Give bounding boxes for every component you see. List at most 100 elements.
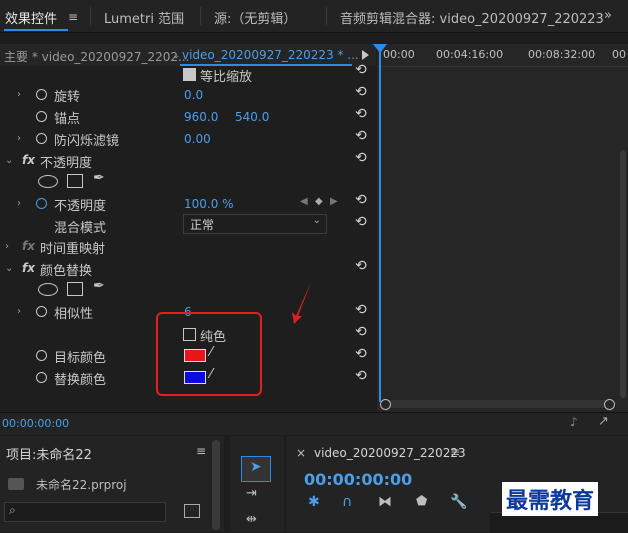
audio-scrub-icon[interactable]: ♪: [570, 415, 578, 429]
track-select-tool-icon[interactable]: ⇥: [246, 486, 257, 501]
playhead-handle[interactable]: [373, 44, 387, 53]
ellipse-mask-icon[interactable]: [38, 175, 58, 188]
horizontal-scrollbar[interactable]: [381, 400, 611, 408]
timeline-timecode[interactable]: 00:00:00:00: [304, 470, 412, 489]
pen-mask-icon[interactable]: ✒: [93, 278, 105, 294]
scrollbar-end-handle[interactable]: [604, 399, 615, 410]
fx-icon[interactable]: fx: [22, 153, 35, 167]
linked-selection-icon[interactable]: ⧓: [378, 494, 392, 510]
replace-color-label: 替换颜色: [54, 373, 107, 388]
chevron-down-icon[interactable]: ⌄: [172, 50, 180, 61]
cursor-arrow-icon: ➤: [250, 459, 262, 475]
stopwatch-icon[interactable]: [36, 89, 47, 100]
reset-icon[interactable]: ⟲: [355, 150, 367, 166]
add-marker-icon[interactable]: ⬟: [416, 494, 427, 509]
target-color-label: 目标颜色: [54, 351, 107, 366]
expand-chevron-icon[interactable]: ›: [17, 306, 21, 317]
color-replace-label: 颜色替换: [40, 264, 93, 279]
snap-magnet-icon[interactable]: ∩: [342, 494, 352, 510]
watermark-text: 最需教育: [502, 482, 599, 516]
panel-menu-icon[interactable]: ≡: [450, 445, 460, 459]
snap-nest-icon[interactable]: ✱: [308, 494, 320, 510]
opacity-value[interactable]: 100.0 %: [184, 197, 234, 211]
export-icon[interactable]: ↗: [598, 414, 609, 429]
reset-icon[interactable]: ⟲: [355, 128, 367, 144]
tab-effect-controls[interactable]: 效果控件: [5, 8, 57, 27]
rectangle-mask-icon[interactable]: [67, 282, 83, 296]
sequence-clip-label[interactable]: video_20200927_220223 * ...: [182, 48, 359, 62]
expand-chevron-icon[interactable]: ›: [5, 241, 9, 252]
scrollbar-start-handle[interactable]: [380, 399, 391, 410]
reset-icon[interactable]: ⟲: [355, 62, 367, 78]
collapse-chevron-icon[interactable]: ⌄: [5, 263, 13, 274]
selection-tool-button[interactable]: ➤: [241, 456, 271, 482]
reset-icon[interactable]: ⟲: [355, 346, 367, 362]
uniform-scale-checkbox[interactable]: [183, 68, 196, 81]
reset-icon[interactable]: ⟲: [355, 302, 367, 318]
ruler-tick-label: 00:00: [383, 48, 415, 61]
rectangle-mask-icon[interactable]: [67, 174, 83, 188]
wrench-icon[interactable]: 🔧: [450, 494, 467, 510]
uniform-scale-label: 等比缩放: [200, 70, 253, 85]
add-keyframe-icon[interactable]: ◆: [315, 196, 323, 207]
blend-mode-label: 混合模式: [54, 221, 107, 236]
effect-controls-status-bar: [0, 412, 628, 435]
current-timecode[interactable]: 00:00:00:00: [2, 417, 69, 430]
anchor-x-value[interactable]: 960.0: [184, 110, 218, 124]
reset-icon[interactable]: ⟲: [355, 106, 367, 122]
reset-icon[interactable]: ⟲: [355, 214, 367, 230]
blend-mode-value: 正常: [190, 218, 215, 232]
ruler-tick-label: 00:08:32:00: [528, 48, 596, 61]
timeline-sequence-title[interactable]: video_20200927_220223: [314, 446, 466, 460]
stopwatch-icon[interactable]: [36, 111, 47, 122]
close-icon[interactable]: ×: [296, 446, 306, 460]
chevron-down-icon: ⌄: [312, 215, 321, 226]
play-triangle-icon[interactable]: [362, 50, 369, 60]
panel-menu-icon[interactable]: ≡: [68, 10, 78, 24]
vertical-scrollbar[interactable]: [212, 440, 220, 530]
ellipse-mask-icon[interactable]: [38, 283, 58, 296]
tab-audio-clip-mixer[interactable]: 音频剪辑混合器: video_20200927_220223: [340, 8, 604, 27]
similarity-label: 相似性: [54, 307, 94, 322]
fx-icon[interactable]: fx: [22, 239, 35, 253]
stopwatch-icon[interactable]: [36, 350, 47, 361]
fx-icon[interactable]: fx: [22, 261, 35, 275]
prev-keyframe-icon[interactable]: ◀: [300, 196, 308, 207]
reset-icon[interactable]: ⟲: [355, 192, 367, 208]
keyframe-timeline-area[interactable]: [377, 44, 628, 412]
new-bin-icon[interactable]: [184, 504, 200, 518]
project-search-input[interactable]: ⌕: [4, 502, 166, 522]
stopwatch-icon[interactable]: [36, 372, 47, 383]
project-title[interactable]: 项目:未命名22: [6, 444, 92, 463]
expand-chevron-icon[interactable]: ›: [17, 133, 21, 144]
expand-chevron-icon[interactable]: ›: [17, 89, 21, 100]
collapse-chevron-icon[interactable]: ⌄: [5, 155, 13, 166]
panel-menu-icon[interactable]: ≡: [196, 444, 206, 458]
more-tabs-icon[interactable]: »: [604, 8, 612, 23]
blend-mode-dropdown[interactable]: 正常 ⌄: [183, 214, 327, 234]
reset-icon[interactable]: ⟲: [355, 84, 367, 100]
reset-icon[interactable]: ⟲: [355, 324, 367, 340]
rotation-value[interactable]: 0.0: [184, 88, 203, 102]
reset-icon[interactable]: ⟲: [355, 368, 367, 384]
stopwatch-icon[interactable]: [36, 306, 47, 317]
tab-separator: [90, 7, 91, 25]
tab-source[interactable]: 源:（无剪辑）: [214, 8, 296, 27]
expand-chevron-icon[interactable]: ›: [17, 198, 21, 209]
highlight-annotation-box: [156, 312, 262, 396]
next-keyframe-icon[interactable]: ▶: [330, 196, 338, 207]
stopwatch-icon[interactable]: [36, 133, 47, 144]
project-file-name[interactable]: 未命名22.prproj: [36, 476, 127, 493]
anchor-y-value[interactable]: 540.0: [235, 110, 269, 124]
reset-icon[interactable]: ⟲: [355, 258, 367, 274]
vertical-scrollbar[interactable]: [620, 150, 626, 398]
tab-lumetri-scopes[interactable]: Lumetri 范围: [104, 8, 184, 27]
pen-mask-icon[interactable]: ✒: [93, 170, 105, 186]
search-icon: ⌕: [9, 503, 16, 517]
stopwatch-active-icon[interactable]: [36, 198, 47, 209]
ripple-edit-tool-icon[interactable]: ⇹: [246, 512, 257, 527]
tools-panel: [230, 436, 284, 532]
master-clip-label[interactable]: 主要 * video_20200927_2202...: [4, 48, 189, 65]
playhead-line[interactable]: [379, 44, 381, 402]
anti-flicker-value[interactable]: 0.00: [184, 132, 211, 146]
